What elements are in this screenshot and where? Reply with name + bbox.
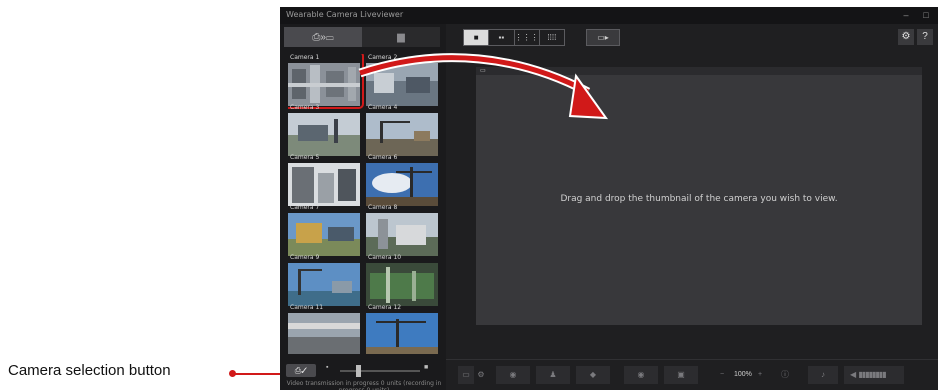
thumbnail-grid: Camera 1 Camera 2 Camera 3 Camera 4 Came… bbox=[288, 54, 440, 354]
volume-level-bars: ▮▮▮▮▮▮▮▮ bbox=[858, 370, 886, 379]
camera-icon[interactable]: ▣ bbox=[664, 366, 698, 384]
camera-label: Camera 2 bbox=[368, 54, 398, 61]
layout-9-button[interactable]: ⋮⋮⋮ bbox=[515, 30, 540, 45]
layout-1-button[interactable]: ■ bbox=[464, 30, 490, 45]
camera-thumbnail-3[interactable]: Camera 3 bbox=[288, 104, 360, 156]
camera-thumbnail-11[interactable]: Camera 11 bbox=[288, 304, 360, 354]
camera-label: Camera 11 bbox=[290, 304, 324, 311]
camera-thumbnail-4[interactable]: Camera 4 bbox=[366, 104, 438, 156]
camera-info-icon[interactable]: ▭ bbox=[458, 366, 474, 384]
viewer-camera-icon: ▭ bbox=[480, 68, 486, 74]
callout-dot bbox=[229, 370, 236, 377]
camera-label: Camera 9 bbox=[290, 254, 320, 261]
zoom-out-button[interactable]: − bbox=[720, 366, 724, 384]
thumbnail-footer: ⎙✓ ▪ ■ Video transmission in progress 0 … bbox=[280, 358, 446, 390]
snapshot-button[interactable]: ▭▸ bbox=[586, 29, 620, 46]
camera-to-viewer-icon: ⎙»▭ bbox=[312, 31, 334, 43]
microphone-icon[interactable]: ♪ bbox=[808, 366, 838, 384]
camera-label: Camera 4 bbox=[368, 104, 398, 111]
window-title: Wearable Camera Liveviewer bbox=[286, 10, 404, 19]
tab-live-view[interactable]: ⎙»▭ bbox=[284, 27, 362, 47]
callout-label: Camera selection button bbox=[8, 362, 171, 379]
volume-control[interactable]: ◀ ▮▮▮▮▮▮▮▮ bbox=[844, 366, 904, 384]
folder-icon: ▆ bbox=[397, 31, 405, 43]
slider-handle[interactable] bbox=[356, 365, 361, 377]
camera-thumbnail-12[interactable]: Camera 12 bbox=[366, 304, 438, 354]
camera-thumbnail-2[interactable]: Camera 2 bbox=[366, 54, 438, 106]
selection-highlight bbox=[288, 54, 364, 109]
camera-list-panel: ⎙»▭ ▆ Camera 1 Camera 2 Camera 3 Camera … bbox=[280, 24, 446, 390]
layout-16-icon: ⁞⁞⁞⁞ bbox=[547, 33, 557, 42]
camera-label: Camera 12 bbox=[368, 304, 402, 311]
camera-thumbnail-6[interactable]: Camera 6 bbox=[366, 154, 438, 206]
tab-folder[interactable]: ▆ bbox=[362, 27, 440, 47]
camera-label: Camera 6 bbox=[368, 154, 398, 161]
camera-thumbnail-9[interactable]: Camera 9 bbox=[288, 254, 360, 306]
layout-9-icon: ⋮⋮⋮ bbox=[514, 33, 539, 42]
camera-preview-image bbox=[366, 263, 438, 306]
camera-label: Camera 5 bbox=[290, 154, 320, 161]
title-bar: Wearable Camera Liveviewer – □ bbox=[280, 7, 938, 24]
drop-hint-text: Drag and drop the thumbnail of the camer… bbox=[560, 194, 838, 204]
camera-thumbnail-10[interactable]: Camera 10 bbox=[366, 254, 438, 306]
camera-preview-image bbox=[288, 263, 360, 306]
camera-thumbnail-1[interactable]: Camera 1 bbox=[288, 54, 364, 109]
transmission-status: Video transmission in progress 0 units (… bbox=[286, 380, 442, 390]
speaker-icon: ◀ bbox=[850, 370, 857, 379]
settings-small-icon[interactable]: ⚙ bbox=[476, 366, 486, 384]
alert-button[interactable]: ♟ bbox=[536, 366, 570, 384]
stop-record-button[interactable]: ◉ bbox=[624, 366, 658, 384]
camera-preview-image bbox=[366, 113, 438, 156]
camera-label: Camera 7 bbox=[290, 204, 320, 211]
marker-button[interactable]: ◆ bbox=[576, 366, 610, 384]
camera-preview-image bbox=[366, 313, 438, 354]
camera-thumbnail-7[interactable]: Camera 7 bbox=[288, 204, 360, 256]
camera-label: Camera 10 bbox=[368, 254, 402, 261]
camera-preview-image bbox=[366, 63, 438, 106]
gear-icon[interactable]: ⚙ bbox=[898, 29, 914, 45]
camera-preview-image bbox=[288, 163, 360, 206]
layout-4-button[interactable]: ▪▪ bbox=[489, 30, 515, 45]
camera-preview-image bbox=[366, 213, 438, 256]
layout-4-icon: ▪▪ bbox=[498, 33, 505, 42]
camera-preview-image bbox=[288, 113, 360, 156]
zoom-level: 100% bbox=[734, 371, 752, 378]
thumbnail-size-slider[interactable] bbox=[340, 365, 420, 377]
info-icon[interactable]: ⓘ bbox=[778, 366, 792, 384]
layout-16-button[interactable]: ⁞⁞⁞⁞ bbox=[540, 30, 564, 45]
layout-1-icon: ■ bbox=[473, 33, 479, 42]
app-window: Wearable Camera Liveviewer – □ ⎙»▭ ▆ Cam… bbox=[280, 7, 938, 390]
large-thumbnail-icon: ■ bbox=[424, 364, 429, 371]
playback-controls: ▭ ⚙ ◉ ♟ ◆ ◉ ▣ − 100% + ⓘ ♪ ◀ ▮▮▮▮▮▮▮▮ bbox=[446, 359, 938, 390]
camera-label: Camera 8 bbox=[368, 204, 398, 211]
minimize-button[interactable]: – bbox=[896, 8, 916, 22]
record-button[interactable]: ◉ bbox=[496, 366, 530, 384]
camera-preview-image bbox=[288, 213, 360, 256]
camera-preview-image bbox=[288, 313, 360, 354]
viewer-header: ▭ bbox=[476, 67, 922, 75]
help-icon[interactable]: ? bbox=[917, 29, 933, 45]
camera-thumbnail-5[interactable]: Camera 5 bbox=[288, 154, 360, 206]
camera-thumbnail-8[interactable]: Camera 8 bbox=[366, 204, 438, 256]
camera-label: Camera 3 bbox=[290, 104, 320, 111]
small-thumbnail-icon: ▪ bbox=[326, 364, 329, 371]
screenshot-stage: Camera selection button Wearable Camera … bbox=[0, 0, 938, 390]
camera-selection-button[interactable]: ⎙✓ bbox=[286, 364, 316, 377]
mode-tabs: ⎙»▭ ▆ bbox=[284, 27, 440, 47]
camera-preview-image bbox=[366, 163, 438, 206]
zoom-in-button[interactable]: + bbox=[758, 366, 762, 384]
layout-selector: ■ ▪▪ ⋮⋮⋮ ⁞⁞⁞⁞ bbox=[463, 29, 565, 46]
maximize-button[interactable]: □ bbox=[916, 8, 936, 22]
live-view-area[interactable]: ▭ Drag and drop the thumbnail of the cam… bbox=[476, 67, 922, 325]
callout-leader-line bbox=[232, 373, 282, 375]
